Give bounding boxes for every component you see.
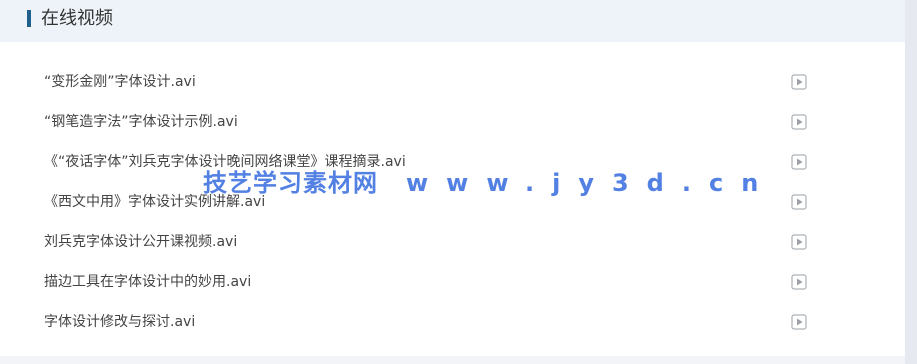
video-item[interactable]: 刘兵克字体设计公开课视频.avi bbox=[0, 222, 905, 262]
watermark-overlay: 技艺学习素材网 www.jy3d.cn bbox=[203, 167, 776, 199]
video-name[interactable]: “变形金刚”字体设计.avi bbox=[44, 72, 196, 92]
play-icon[interactable] bbox=[791, 154, 807, 170]
play-icon[interactable] bbox=[791, 114, 807, 130]
online-video-panel: 在线视频 “变形金刚”字体设计.avi “钢笔造字法”字体设计示例.avi 《“… bbox=[0, 0, 905, 356]
video-name[interactable]: 描边工具在字体设计中的妙用.avi bbox=[44, 272, 251, 292]
watermark-site-name: 技艺学习素材网 bbox=[203, 169, 378, 197]
play-icon[interactable] bbox=[791, 314, 807, 330]
section-title: 在线视频 bbox=[41, 8, 113, 29]
video-item[interactable]: 字体设计修改与探讨.avi bbox=[0, 302, 905, 342]
video-name[interactable]: “钢笔造字法”字体设计示例.avi bbox=[44, 112, 238, 132]
scroll-gutter bbox=[905, 0, 917, 364]
video-item[interactable]: “变形金刚”字体设计.avi bbox=[0, 62, 905, 102]
video-item[interactable]: 描边工具在字体设计中的妙用.avi bbox=[0, 262, 905, 302]
play-icon[interactable] bbox=[791, 194, 807, 210]
video-name[interactable]: 字体设计修改与探讨.avi bbox=[44, 312, 195, 332]
watermark-url: www.jy3d.cn bbox=[406, 169, 777, 197]
play-icon[interactable] bbox=[791, 74, 807, 90]
section-accent-bar bbox=[27, 10, 31, 27]
video-item[interactable]: “钢笔造字法”字体设计示例.avi bbox=[0, 102, 905, 142]
video-list: “变形金刚”字体设计.avi “钢笔造字法”字体设计示例.avi 《“夜话字体”… bbox=[0, 62, 905, 342]
play-icon[interactable] bbox=[791, 274, 807, 290]
video-name[interactable]: 刘兵克字体设计公开课视频.avi bbox=[44, 232, 237, 252]
play-icon[interactable] bbox=[791, 234, 807, 250]
section-header: 在线视频 bbox=[0, 0, 905, 42]
page: 在线视频 “变形金刚”字体设计.avi “钢笔造字法”字体设计示例.avi 《“… bbox=[0, 0, 917, 364]
